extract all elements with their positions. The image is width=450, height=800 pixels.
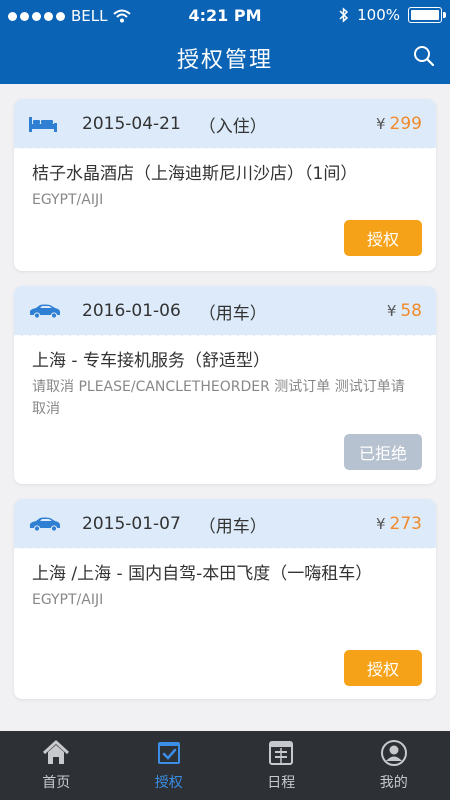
order-date: 2015-04-21: [82, 114, 181, 134]
order-card-header: 2016-01-06 （用车） ¥58: [14, 286, 436, 337]
order-card[interactable]: 2016-01-06 （用车） ¥58 上海 - 专车接机服务（舒适型） 请取消…: [14, 286, 436, 484]
order-card[interactable]: 2015-01-07 （用车） ¥273 上海 /上海 - 国内自驾-本田飞度（…: [14, 499, 436, 699]
tab-profile[interactable]: 我的: [338, 731, 450, 800]
order-name: 桔子水晶酒店（上海迪斯尼川沙店）（1间）: [32, 164, 358, 184]
currency-symbol: ¥: [386, 302, 397, 320]
car-icon: [28, 301, 62, 321]
order-type: （用车）: [198, 303, 267, 324]
price-value: 273: [389, 514, 422, 534]
tab-label: 首页: [42, 775, 71, 791]
battery-percent: 100%: [357, 6, 400, 24]
order-name: 上海 /上海 - 国内自驾-本田飞度（一嗨租车）: [32, 564, 373, 584]
profile-icon: [380, 740, 407, 766]
car-icon: [28, 514, 62, 534]
order-price: ¥299: [376, 114, 422, 134]
tab-label: 授权: [154, 775, 183, 791]
bed-icon: [28, 114, 62, 134]
order-card-header: 2015-04-21 （入住） ¥299: [14, 99, 436, 150]
price-value: 58: [400, 301, 422, 321]
order-type: （用车）: [198, 516, 267, 537]
order-price: ¥273: [376, 514, 422, 534]
order-price: ¥58: [387, 301, 422, 321]
order-card[interactable]: 2015-04-21 （入住） ¥299 桔子水晶酒店（上海迪斯尼川沙店）（1间…: [14, 99, 436, 271]
tab-label: 我的: [379, 775, 408, 791]
order-traveler: EGYPT/AIJI: [32, 192, 104, 208]
tab-home[interactable]: 首页: [0, 731, 113, 800]
order-type: （入住）: [198, 116, 267, 137]
page-title: 授权管理: [176, 48, 273, 73]
tab-schedule[interactable]: 日程: [225, 731, 338, 800]
order-traveler: EGYPT/AIJI: [32, 592, 104, 608]
tab-label: 日程: [267, 775, 296, 791]
currency-symbol: ¥: [376, 115, 386, 133]
home-icon: [43, 740, 70, 764]
authorize-icon: [157, 742, 180, 764]
bluetooth-icon: [339, 7, 349, 23]
order-name: 上海 - 专车接机服务（舒适型）: [32, 351, 270, 371]
order-date: 2015-01-07: [82, 514, 181, 534]
order-date: 2016-01-06: [82, 301, 181, 321]
authorize-button[interactable]: 授权: [344, 220, 422, 256]
order-note: 请取消 PLEASE/CANCLETHEORDER 测试订单 测试订单请取消: [32, 379, 405, 417]
search-icon[interactable]: [412, 44, 436, 68]
status-bar: BELL 4:21 PM 100%: [0, 0, 450, 32]
order-card-header: 2015-01-07 （用车） ¥273: [14, 499, 436, 550]
price-value: 299: [389, 114, 422, 134]
battery-icon: [408, 7, 446, 23]
authorize-button[interactable]: 授权: [344, 650, 422, 686]
calendar-icon: [269, 741, 294, 765]
rejected-button: 已拒绝: [344, 434, 422, 470]
currency-symbol: ¥: [376, 515, 386, 533]
tab-authorize[interactable]: 授权: [113, 731, 226, 800]
top-bar: BELL 4:21 PM 100% 授权管理: [0, 0, 450, 84]
tab-bar: 首页 授权 日程 我的: [0, 731, 450, 800]
